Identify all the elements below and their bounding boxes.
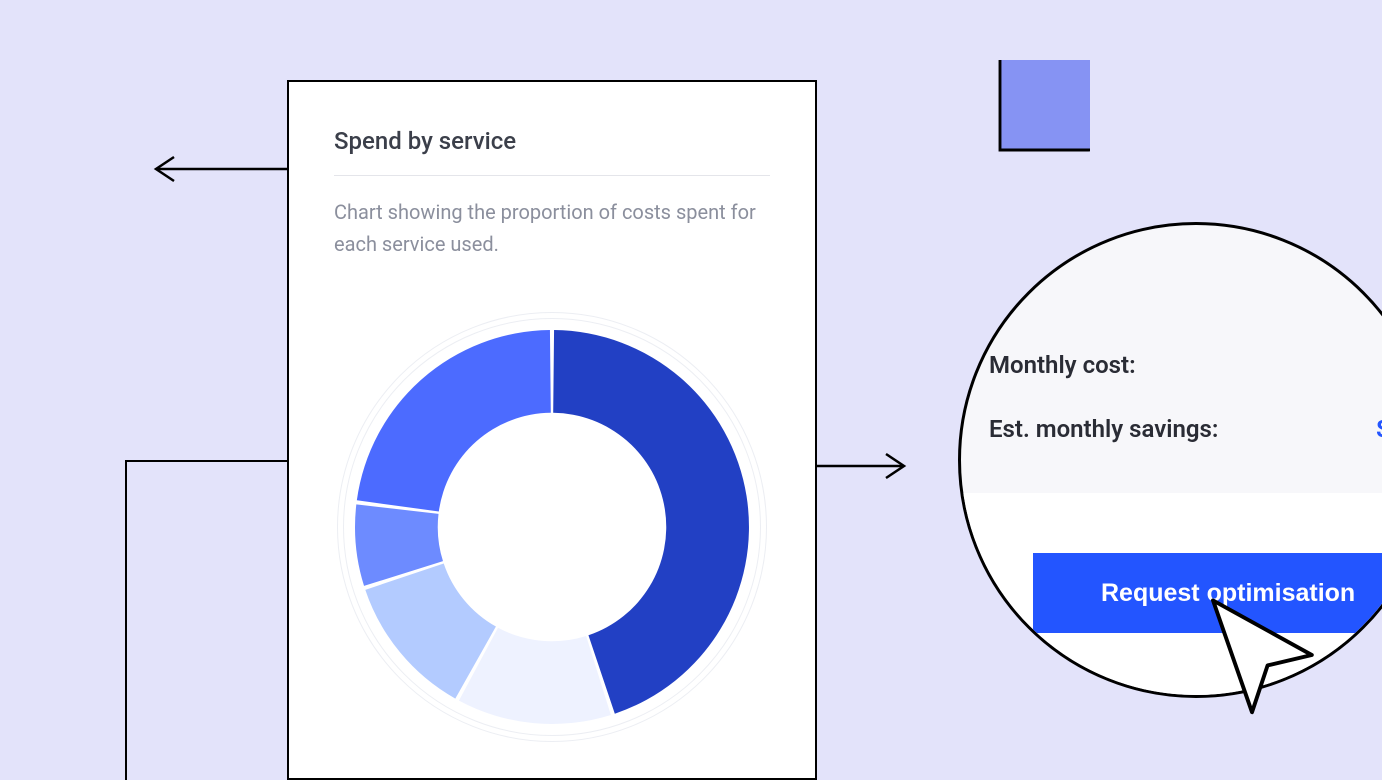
arrow-left-icon [148,155,287,183]
spend-by-service-card: Spend by service Chart showing the propo… [287,80,817,780]
donut-segment [357,330,551,511]
monthly-cost-row: Monthly cost: $58 [989,333,1382,397]
savings-label: Est. monthly savings: [989,415,1218,443]
cursor-pointer-icon [1200,590,1330,720]
savings-row: Est. monthly savings: $121 [989,397,1382,461]
connector-line-bottom-left [125,460,287,780]
arrow-right-icon [817,452,912,480]
pacman-shape-icon [910,60,1090,240]
donut-chart [337,312,767,742]
savings-value: $121 [1376,415,1382,443]
card-description: Chart showing the proportion of costs sp… [334,196,770,260]
monthly-cost-label: Monthly cost: [989,351,1136,379]
card-title: Spend by service [334,127,770,176]
